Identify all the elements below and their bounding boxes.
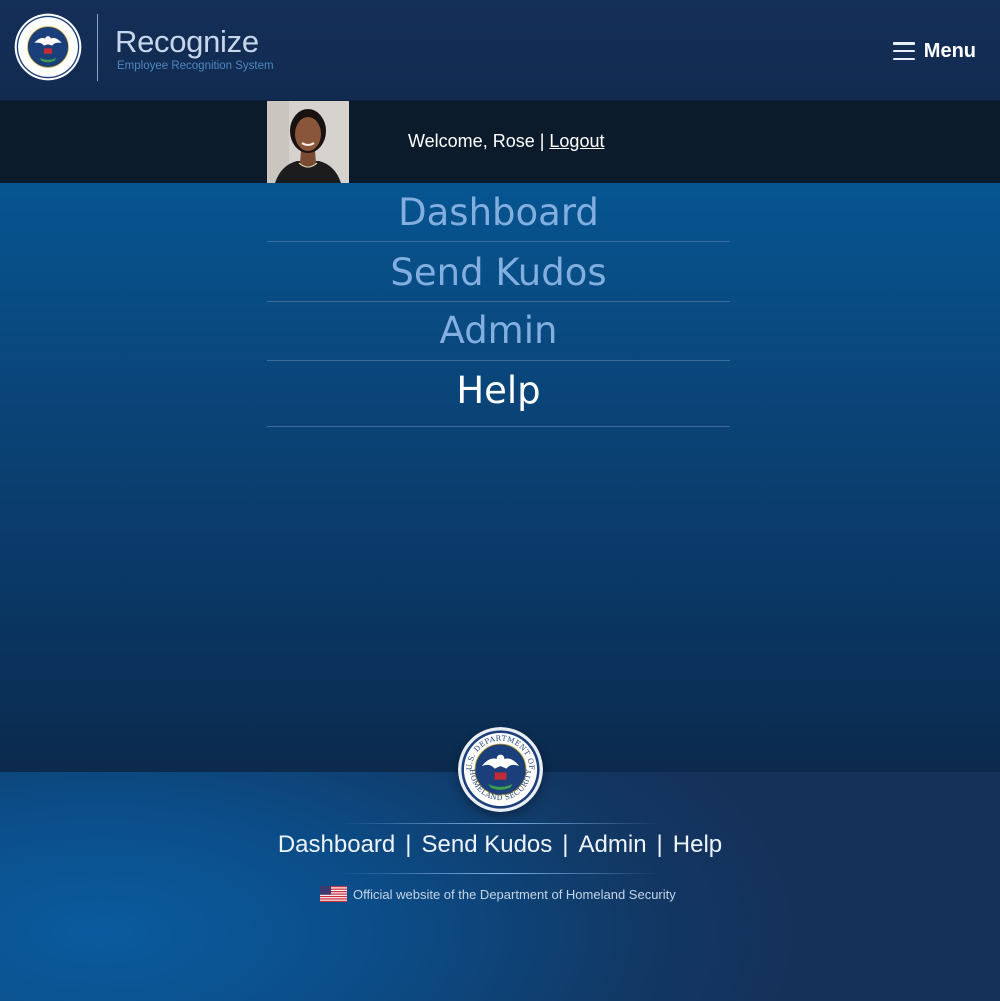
footer-link-help[interactable]: Help xyxy=(673,831,722,858)
hamburger-icon xyxy=(892,42,915,60)
official-text: Official website of the Department of Ho… xyxy=(353,886,676,902)
user-avatar xyxy=(267,101,349,183)
app-subtitle: Employee Recognition System xyxy=(117,60,274,72)
welcome-text: Welcome, Rose | xyxy=(408,131,545,151)
welcome-message: Welcome, Rose | Logout xyxy=(408,131,604,152)
logout-link[interactable]: Logout xyxy=(549,131,604,151)
footer-link-dashboard[interactable]: Dashboard xyxy=(278,831,395,858)
main-nav: Dashboard Send Kudos Admin Help xyxy=(267,183,730,427)
dhs-seal-footer: U.S. DEPARTMENT OF HOMELAND SECURITY xyxy=(458,727,543,812)
header-divider xyxy=(97,14,98,81)
us-flag-icon xyxy=(320,886,347,902)
footer-link-admin[interactable]: Admin xyxy=(579,831,647,858)
user-bar: Welcome, Rose | Logout xyxy=(0,101,1000,183)
footer-separator: | xyxy=(562,831,569,858)
main-panel: Dashboard Send Kudos Admin Help xyxy=(0,183,1000,772)
nav-item-help[interactable]: Help xyxy=(267,361,730,427)
footer-link-send-kudos[interactable]: Send Kudos xyxy=(422,831,553,858)
menu-label: Menu xyxy=(923,39,976,62)
footer-divider-bottom xyxy=(340,873,660,874)
nav-item-send-kudos[interactable]: Send Kudos xyxy=(267,242,730,302)
footer-separator: | xyxy=(405,831,412,858)
footer-nav: Dashboard | Send Kudos | Admin | Help xyxy=(0,831,1000,859)
menu-button[interactable]: Menu xyxy=(892,36,976,66)
nav-item-dashboard[interactable]: Dashboard xyxy=(267,183,730,242)
dhs-seal-logo[interactable] xyxy=(14,13,82,81)
app-title[interactable]: Recognize xyxy=(115,24,259,60)
site-header: Recognize Employee Recognition System Me… xyxy=(0,0,1000,101)
footer-divider-top xyxy=(340,823,660,824)
nav-item-admin[interactable]: Admin xyxy=(267,302,730,361)
official-website-notice: Official website of the Department of Ho… xyxy=(320,885,676,903)
footer-separator: | xyxy=(656,831,663,858)
